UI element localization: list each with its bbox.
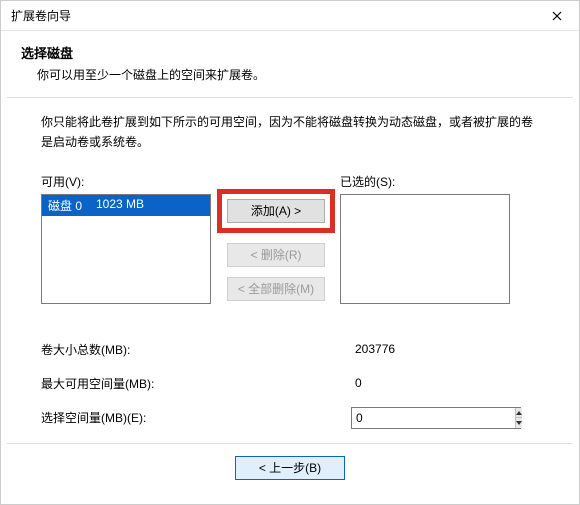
disk-name: 磁盘 0 <box>48 197 96 214</box>
select-row: 选择空间量(MB)(E): <box>41 407 543 429</box>
close-button[interactable] <box>535 1 579 31</box>
add-button[interactable]: 添加(A) > <box>227 199 325 223</box>
description: 你只能将此卷扩展到如下所示的可用空间，因为不能将磁盘转换为动态磁盘，或者被扩展的… <box>41 112 543 153</box>
remove-button[interactable]: < 删除(R) <box>227 243 325 267</box>
columns: 可用(V): 磁盘 0 1023 MB 添加(A) > < 删除(R) < 全部… <box>41 173 543 311</box>
chevron-down-icon <box>516 421 522 425</box>
titlebar: 扩展卷向导 <box>1 1 579 31</box>
body: 你只能将此卷扩展到如下所示的可用空间，因为不能将磁盘转换为动态磁盘，或者被扩展的… <box>1 98 579 429</box>
select-input[interactable] <box>352 408 515 428</box>
fields: 卷大小总数(MB): 203776 最大可用空间量(MB): 0 选择空间量(M… <box>41 339 543 429</box>
max-label: 最大可用空间量(MB): <box>41 375 351 392</box>
spinner-down[interactable] <box>516 417 522 428</box>
header-title: 选择磁盘 <box>21 43 559 62</box>
available-item[interactable]: 磁盘 0 1023 MB <box>42 195 210 216</box>
disk-size: 1023 MB <box>96 197 144 214</box>
select-label: 选择空间量(MB)(E): <box>41 409 351 426</box>
total-value: 203776 <box>351 339 521 361</box>
header: 选择磁盘 你可以用至少一个磁盘上的空间来扩展卷。 <box>1 31 579 87</box>
remove-all-button[interactable]: < 全部删除(M) <box>227 277 325 301</box>
available-listbox[interactable]: 磁盘 0 1023 MB <box>41 194 211 304</box>
middle-buttons: 添加(A) > < 删除(R) < 全部删除(M) <box>216 173 336 311</box>
max-row: 最大可用空间量(MB): 0 <box>41 373 543 395</box>
header-subtitle: 你可以用至少一个磁盘上的空间来扩展卷。 <box>37 66 559 83</box>
available-column: 可用(V): 磁盘 0 1023 MB <box>41 173 216 304</box>
footer: < 上一步(B) <box>7 443 573 492</box>
selected-label: 已选的(S): <box>340 173 520 190</box>
selected-listbox[interactable] <box>340 194 510 304</box>
chevron-up-icon <box>516 411 522 415</box>
back-button[interactable]: < 上一步(B) <box>235 456 345 480</box>
selected-column: 已选的(S): <box>340 173 520 304</box>
select-spinner[interactable] <box>351 407 521 429</box>
total-label: 卷大小总数(MB): <box>41 341 351 358</box>
total-row: 卷大小总数(MB): 203776 <box>41 339 543 361</box>
spinner-arrows <box>515 408 522 428</box>
add-highlight: 添加(A) > <box>217 189 335 233</box>
available-label: 可用(V): <box>41 173 216 190</box>
wizard-window: 扩展卷向导 选择磁盘 你可以用至少一个磁盘上的空间来扩展卷。 你只能将此卷扩展到… <box>0 0 580 505</box>
close-icon <box>552 11 562 21</box>
window-title: 扩展卷向导 <box>11 7 71 24</box>
spinner-up[interactable] <box>516 408 522 418</box>
max-value: 0 <box>351 373 521 395</box>
